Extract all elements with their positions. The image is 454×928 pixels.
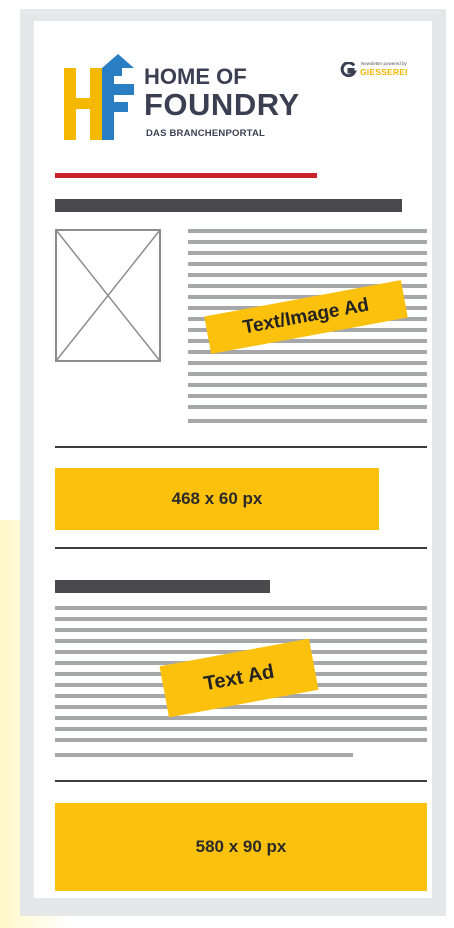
newsletter-powered-by: Newsletter powered by xyxy=(361,61,407,66)
text-line xyxy=(188,262,427,266)
section-divider xyxy=(55,547,427,549)
newsletter-page xyxy=(34,21,432,898)
text-line xyxy=(55,727,427,731)
banner-ad-580x90[interactable]: 580 x 90 px xyxy=(55,803,427,891)
logo-title-line2: FOUNDRY xyxy=(144,87,300,122)
text-line xyxy=(55,606,427,610)
text-line xyxy=(188,361,427,365)
text-line xyxy=(188,372,427,376)
accent-divider xyxy=(55,173,317,178)
text-line xyxy=(188,229,427,233)
text-line xyxy=(55,705,427,709)
text-line xyxy=(188,240,427,244)
text-line xyxy=(188,251,427,255)
banner-ad-468x60[interactable]: 468 x 60 px xyxy=(55,468,379,530)
text-line xyxy=(55,716,427,720)
section-divider xyxy=(55,780,427,782)
giesserei-g-icon xyxy=(340,62,357,77)
text-line xyxy=(188,394,427,398)
section-divider xyxy=(55,446,427,448)
logo-tagline: DAS BRANCHENPORTAL xyxy=(146,128,266,139)
text-line xyxy=(55,639,427,643)
text-line xyxy=(55,617,427,621)
text-line xyxy=(188,383,427,387)
newsletter-brand: GIESSEREI xyxy=(360,67,408,77)
text-line xyxy=(188,273,427,277)
text-line xyxy=(55,628,427,632)
hf-logo-icon xyxy=(64,54,134,140)
text-line xyxy=(188,405,427,409)
image-placeholder xyxy=(55,229,161,362)
article-headline-placeholder xyxy=(55,580,270,593)
text-line xyxy=(55,738,427,742)
text-line xyxy=(188,419,427,423)
text-line xyxy=(55,753,353,757)
article-headline-placeholder xyxy=(55,199,402,212)
